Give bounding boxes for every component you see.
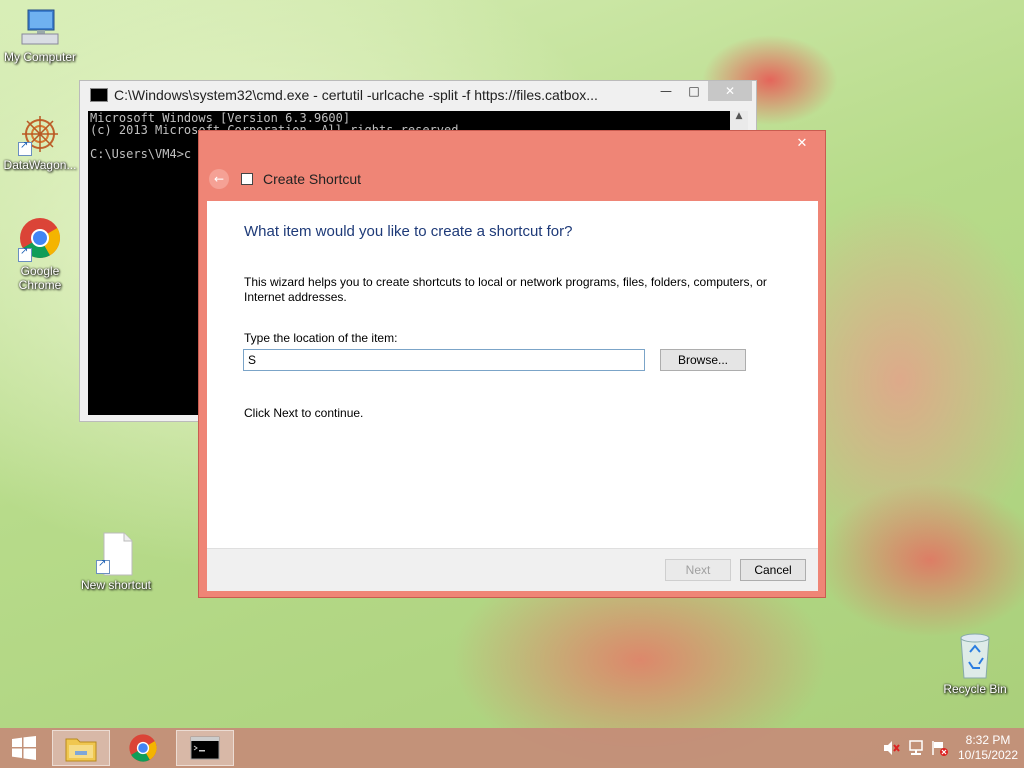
- taskbar-chrome[interactable]: [114, 730, 172, 766]
- continue-text: Click Next to continue.: [244, 406, 364, 420]
- clock-date: 10/15/2022: [957, 748, 1019, 762]
- desktop-icon-new-shortcut[interactable]: New shortcut: [76, 532, 156, 592]
- location-label: Type the location of the item:: [244, 331, 398, 345]
- system-tray: 8:32 PM 10/15/2022: [880, 728, 1024, 768]
- location-input[interactable]: [243, 349, 645, 371]
- taskbar-cmd[interactable]: [176, 730, 234, 766]
- shortcut-arrow-icon: [18, 140, 32, 156]
- dialog-footer: Next Cancel: [207, 548, 818, 591]
- folder-icon: [65, 738, 97, 762]
- windows-logo-icon: [12, 736, 36, 760]
- dialog-title: Create Shortcut: [263, 171, 362, 187]
- desktop-icon-label: My Computer: [3, 50, 77, 64]
- desktop-icon-datawagon[interactable]: DataWagon...: [0, 112, 80, 172]
- shortcut-arrow-icon: [18, 246, 32, 262]
- cancel-button[interactable]: Cancel: [740, 559, 806, 581]
- desktop-icon-my-computer[interactable]: My Computer: [0, 8, 80, 64]
- start-button[interactable]: [0, 730, 48, 766]
- computer-icon: [18, 8, 62, 48]
- wizard-description: This wizard helps you to create shortcut…: [244, 275, 767, 304]
- shortcut-arrow-icon: [96, 558, 110, 574]
- desktop-icon-recycle-bin[interactable]: Recycle Bin: [935, 630, 1015, 696]
- desktop-icon-label: DataWagon...: [3, 158, 77, 172]
- desktop-icon-label: Google Chrome: [18, 264, 62, 292]
- scroll-up-icon[interactable]: ▲: [730, 111, 748, 121]
- cmd-title: C:\Windows\system32\cmd.exe - certutil -…: [114, 87, 598, 103]
- clock-time: 8:32 PM: [965, 733, 1011, 747]
- minimize-icon[interactable]: —: [652, 81, 680, 101]
- volume-muted-icon[interactable]: [880, 740, 904, 756]
- taskbar-file-explorer[interactable]: [52, 730, 110, 766]
- taskbar: 8:32 PM 10/15/2022: [0, 728, 1024, 768]
- recycle-bin-icon: [957, 630, 993, 680]
- dialog-heading: What item would you like to create a sho…: [244, 223, 573, 240]
- close-icon[interactable]: ✕: [787, 133, 817, 153]
- desktop-icon-google-chrome[interactable]: Google Chrome: [0, 216, 80, 292]
- next-button[interactable]: Next: [665, 559, 731, 581]
- dialog-content: What item would you like to create a sho…: [207, 201, 818, 548]
- clock[interactable]: 8:32 PM 10/15/2022: [952, 733, 1024, 763]
- cmd-icon: [90, 88, 108, 102]
- chrome-icon: [129, 734, 157, 762]
- maximize-icon[interactable]: □: [680, 81, 708, 101]
- action-center-flag-icon[interactable]: [928, 740, 952, 756]
- blank-file-icon: [96, 532, 136, 576]
- network-icon[interactable]: [904, 740, 928, 756]
- desktop-icon-label: New shortcut: [80, 578, 152, 592]
- cmd-icon: [190, 736, 220, 760]
- datawagon-icon: [18, 112, 62, 156]
- create-shortcut-dialog[interactable]: ✕ ← Create Shortcut What item would you …: [198, 130, 826, 598]
- desktop-icon-label: Recycle Bin: [943, 682, 1007, 696]
- chrome-icon: [18, 216, 62, 262]
- back-arrow-icon[interactable]: ←: [209, 169, 229, 189]
- close-icon[interactable]: ✕: [708, 81, 752, 101]
- browse-button[interactable]: Browse...: [660, 349, 746, 371]
- shortcut-wizard-icon: [241, 173, 253, 185]
